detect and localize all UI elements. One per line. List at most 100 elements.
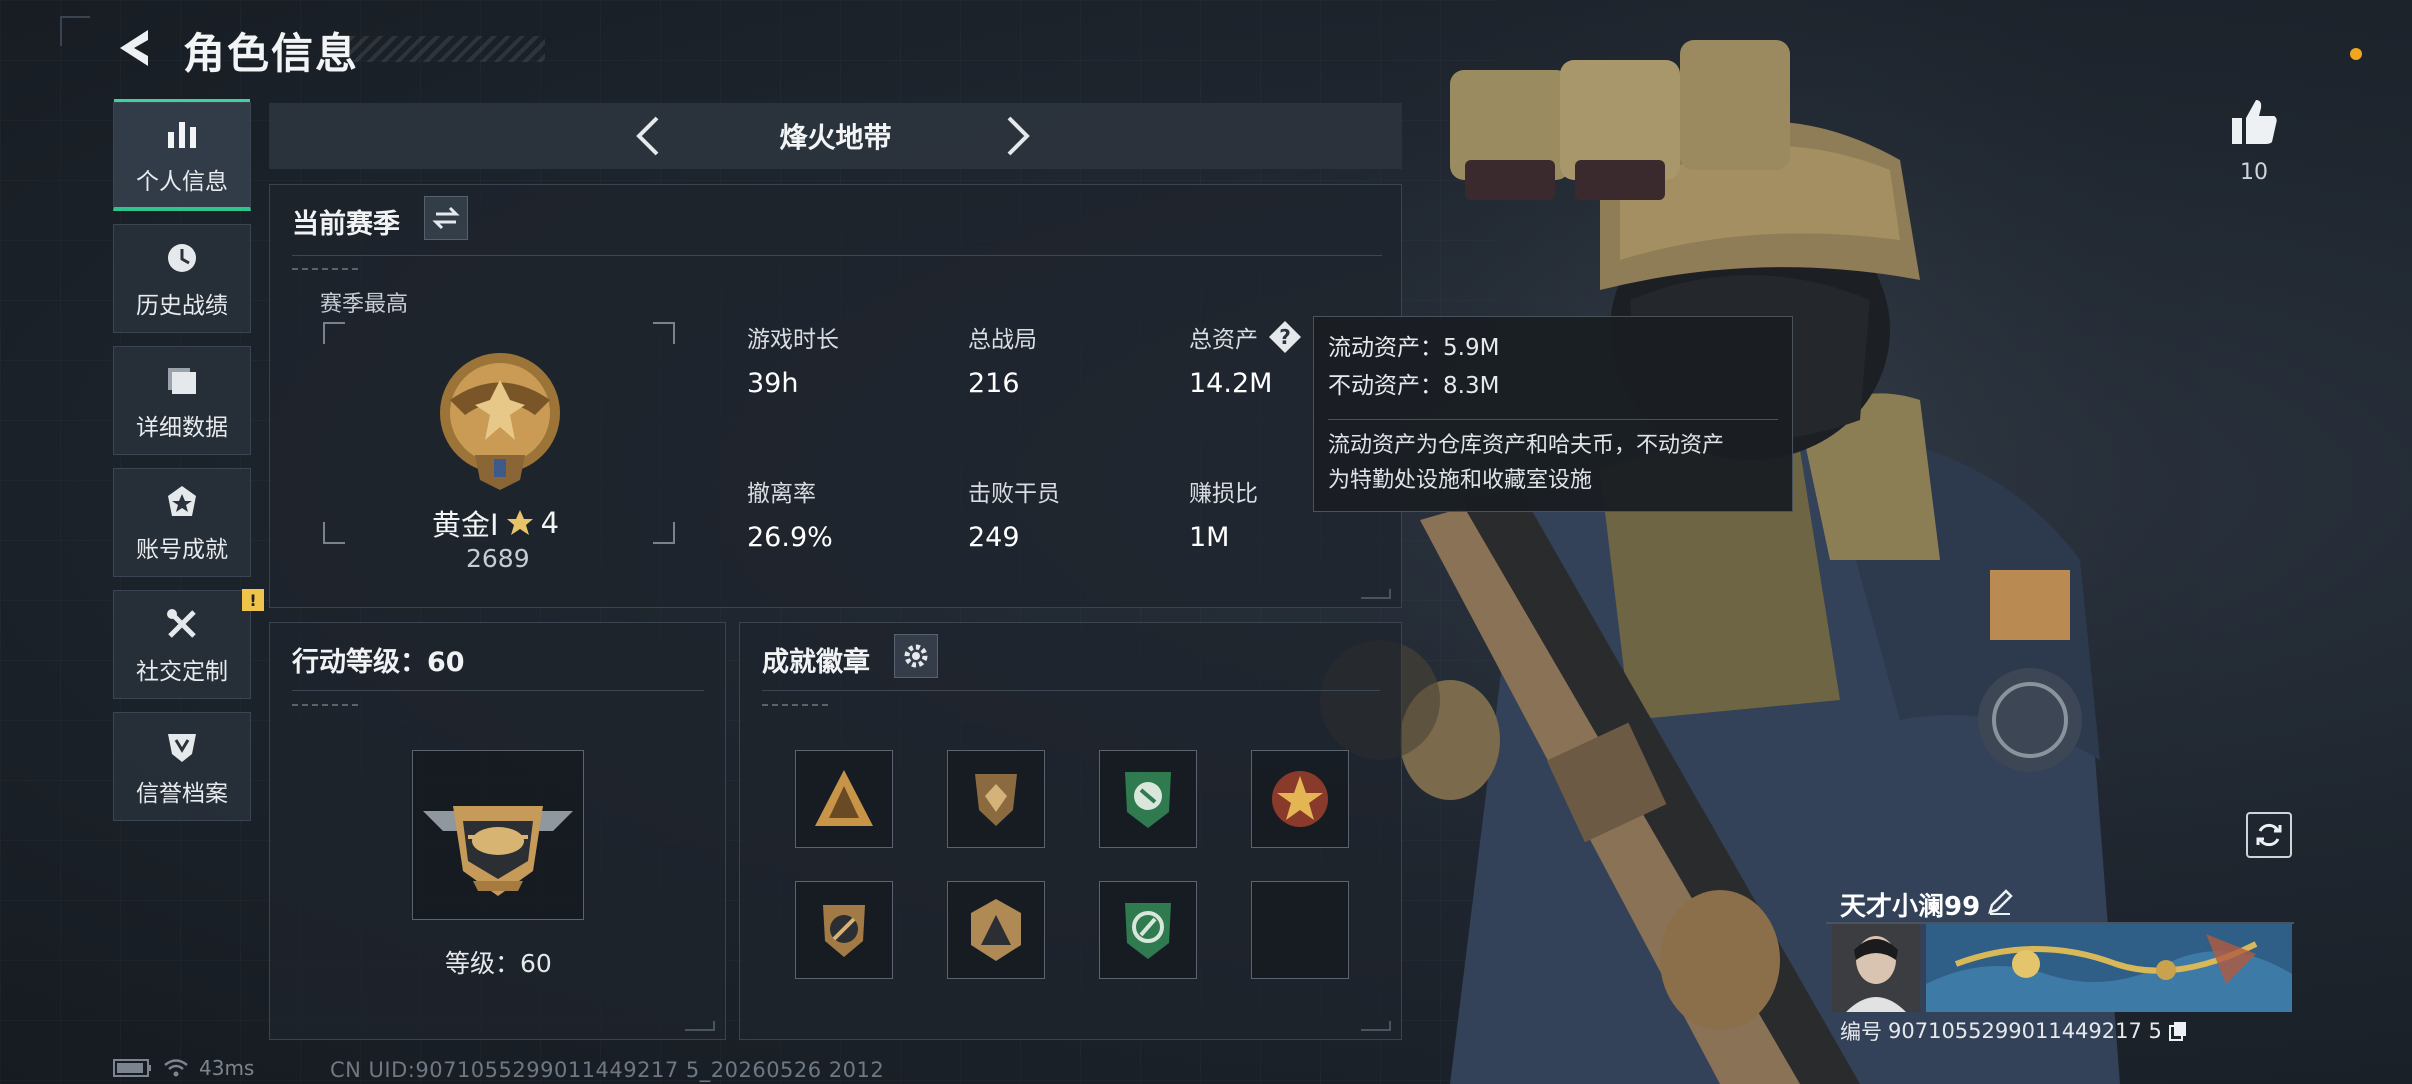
- green-emblem-badge-icon: [1125, 772, 1171, 828]
- ping-text: 43ms: [199, 1056, 255, 1080]
- stat-total-matches: 总战局 216: [968, 320, 1037, 399]
- season-title: 当前赛季: [292, 209, 400, 240]
- rank-tier: 黄金I: [432, 508, 499, 542]
- badge-slot-2[interactable]: [947, 750, 1045, 848]
- tools-icon: [162, 604, 202, 644]
- badge-slot-6[interactable]: [947, 881, 1045, 979]
- level-emblem-frame: [412, 750, 584, 920]
- title-decoration: [350, 36, 545, 62]
- fixed-assets: 不动资产：8.3M: [1328, 373, 1500, 399]
- panel-corner: [1361, 589, 1391, 599]
- badge-slot-1[interactable]: [795, 750, 893, 848]
- refresh-button[interactable]: [2246, 812, 2292, 858]
- assets-tooltip: 流动资产：5.9M 不动资产：8.3M 流动资产为仓库资产和哈夫币，不动资产 为…: [1313, 316, 1793, 512]
- gear-icon: [904, 644, 928, 668]
- like-count: 10: [2240, 160, 2268, 185]
- svg-text:?: ?: [1279, 325, 1291, 349]
- sidebar-item-history[interactable]: 历史战绩: [113, 224, 251, 333]
- badge-slot-empty[interactable]: [1251, 881, 1349, 979]
- stat-value: 26.9%: [747, 522, 833, 553]
- action-level-title: 行动等级：60: [292, 647, 465, 678]
- player-name: 天才小澜99: [1840, 892, 1981, 922]
- sidebar-item-label: 个人信息: [136, 169, 228, 195]
- triangle-shield-badge-icon: [971, 899, 1021, 961]
- sidebar-item-label: 账号成就: [136, 536, 228, 563]
- divider: [762, 690, 1380, 691]
- divider-dash: [292, 704, 362, 706]
- sidebar-item-social[interactable]: ! 社交定制: [113, 589, 264, 699]
- thumbs-up-icon[interactable]: [2228, 96, 2280, 148]
- stat-label: 总资产: [1189, 327, 1258, 353]
- badge-slot-5[interactable]: [795, 881, 893, 979]
- badge-slot-3[interactable]: [1099, 750, 1197, 848]
- sidebar: 个人信息 历史战绩 详细数据 账号成就 ! 社交定制 信誉档案: [113, 99, 264, 834]
- shield-eagle-badge-icon: [975, 774, 1017, 826]
- badge-slot-4[interactable]: [1251, 750, 1349, 848]
- stat-label: 总战局: [968, 327, 1037, 353]
- uid-text: CN UID:9071055299011449217 5_20260526 20…: [330, 1058, 885, 1082]
- help-icon[interactable]: ?: [1268, 320, 1302, 354]
- stat-label: 赚损比: [1189, 481, 1258, 507]
- tooltip-description-1: 流动资产为仓库资产和哈夫币，不动资产: [1328, 433, 1725, 458]
- rank-score: 2689: [466, 544, 530, 573]
- divider: [292, 690, 704, 691]
- history-clock-icon: [162, 238, 202, 278]
- achievement-icon: [162, 482, 202, 522]
- reputation-shield-icon: [162, 726, 202, 766]
- notification-badge: !: [242, 589, 264, 611]
- back-arrow-icon[interactable]: [112, 24, 160, 72]
- stat-value: 39h: [747, 368, 799, 399]
- stat-value: 14.2M: [1189, 368, 1273, 399]
- edit-pencil-icon[interactable]: [1986, 888, 2014, 916]
- player-id-value: 9071055299011449217 5: [1888, 1019, 2162, 1043]
- player-id-label: 编号: [1840, 1020, 1882, 1044]
- panel-corner: [685, 1021, 715, 1031]
- sidebar-item-reputation[interactable]: 信誉档案: [113, 712, 251, 821]
- stat-profit-ratio: 赚损比 1M: [1189, 474, 1258, 553]
- refresh-icon: [2256, 823, 2282, 847]
- season-switch-button[interactable]: [424, 196, 468, 240]
- stat-value: 216: [968, 368, 1020, 399]
- sidebar-item-achievements[interactable]: 账号成就: [113, 468, 251, 577]
- rank-stars: 4: [540, 506, 560, 540]
- notification-dot: [2350, 48, 2362, 60]
- tooltip-divider: [1328, 419, 1778, 420]
- player-banner-image: [1926, 924, 2292, 1012]
- wifi-icon: [164, 1059, 188, 1077]
- badge-slot-7[interactable]: [1099, 881, 1197, 979]
- green-cycle-badge-icon: [1125, 903, 1171, 959]
- chevron-left-icon[interactable]: [629, 116, 669, 156]
- avatar[interactable]: [1832, 924, 1920, 1012]
- star-cross-badge-icon: [1272, 771, 1328, 827]
- badge-settings-button[interactable]: [894, 634, 938, 678]
- star-icon: [506, 510, 533, 535]
- corner-decoration: [60, 16, 90, 46]
- round-shield-badge-icon: [823, 905, 865, 957]
- bar-chart-icon: [162, 114, 202, 154]
- player-card: 天才小澜99 编号 9071055299011449217 5: [1826, 876, 2294, 1046]
- battery-icon: [113, 1059, 151, 1077]
- rank-name: 黄金I 4: [432, 502, 559, 544]
- divider-dash: [292, 268, 362, 270]
- sidebar-item-personal-info[interactable]: 个人信息: [113, 99, 251, 211]
- chevron-right-icon[interactable]: [997, 116, 1037, 156]
- gold-rank-emblem-icon: [440, 353, 560, 490]
- sidebar-item-label: 信誉档案: [136, 780, 228, 807]
- panel-corner: [1361, 1021, 1391, 1031]
- copy-icon[interactable]: [2168, 1020, 2188, 1042]
- stat-value: 1M: [1189, 522, 1230, 553]
- season-best-label: 赛季最高: [320, 292, 409, 317]
- badges-title: 成就徽章: [762, 647, 870, 678]
- sidebar-item-detail-data[interactable]: 详细数据: [113, 346, 251, 455]
- folder-icon: [162, 360, 202, 400]
- helicopter-level-emblem-icon: [423, 806, 573, 896]
- stat-label: 撤离率: [747, 481, 816, 507]
- sidebar-item-label: 详细数据: [136, 414, 228, 441]
- stat-total-assets: 总资产 14.2M: [1189, 320, 1272, 399]
- stat-extract-rate: 撤离率 26.9%: [747, 474, 833, 553]
- triangle-squad-badge-icon: [815, 770, 873, 826]
- stat-label: 击败干员: [968, 481, 1060, 507]
- stat-label: 游戏时长: [747, 327, 839, 353]
- tooltip-description-2: 为特勤处设施和收藏室设施: [1328, 468, 1593, 493]
- divider-dash: [762, 704, 832, 706]
